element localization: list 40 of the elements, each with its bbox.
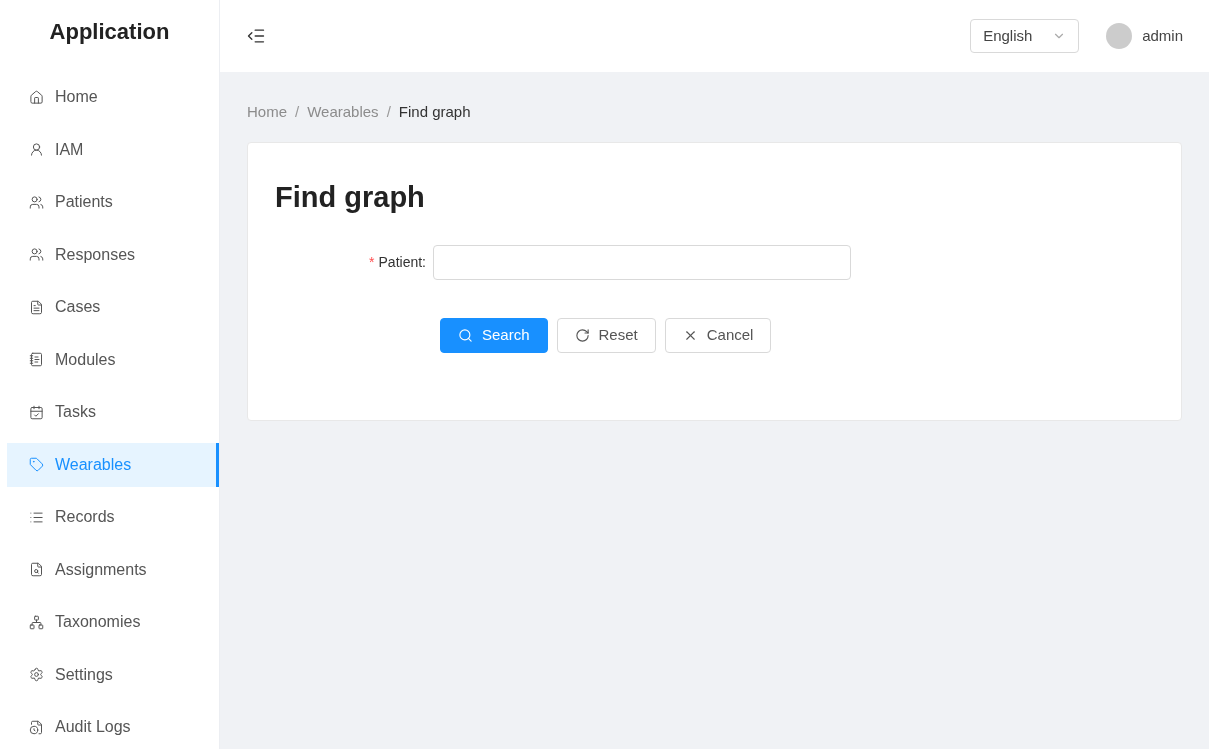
required-mark: * — [369, 253, 375, 272]
breadcrumb-separator: / — [386, 102, 391, 122]
users-icon — [29, 247, 44, 262]
document-icon — [29, 299, 44, 315]
sidebar-item[interactable]: Tasks — [7, 390, 219, 434]
app-title: Application — [49, 18, 170, 46]
calendar-check-icon — [29, 404, 44, 420]
action-button[interactable]: Cancel — [664, 318, 772, 353]
tag-icon — [29, 457, 44, 472]
document-clock-icon — [29, 719, 44, 735]
avatar[interactable] — [1106, 23, 1133, 49]
sidebar-item[interactable]: Taxonomies — [7, 600, 219, 644]
sidebar-item[interactable]: Patients — [7, 180, 219, 224]
list-icon — [29, 509, 44, 525]
document-search-icon — [29, 562, 44, 577]
input-field[interactable] — [433, 245, 851, 280]
field-label: Patient: — [378, 253, 426, 272]
sidebar-item[interactable]: Responses — [7, 232, 219, 277]
breadcrumb-separator: / — [295, 102, 300, 122]
breadcrumb-item: Find graph — [398, 102, 471, 122]
sidebar-item[interactable]: Cases — [7, 285, 219, 329]
page-title: Find graph — [275, 179, 426, 215]
house-icon — [29, 89, 44, 105]
reset-icon — [574, 328, 590, 343]
sidebar-item[interactable]: Audit Logs — [7, 705, 219, 749]
users-icon — [29, 194, 44, 210]
sidebar-item[interactable]: Assignments — [7, 547, 219, 592]
sidebar-item[interactable]: Records — [7, 495, 219, 539]
sidebar-item[interactable]: Settings — [7, 652, 219, 697]
hierarchy-icon — [29, 614, 44, 630]
sidebar-item[interactable]: Home — [7, 75, 219, 119]
language-select[interactable]: English — [970, 19, 1080, 53]
user-icon — [29, 142, 44, 157]
action-button[interactable]: Reset — [556, 318, 656, 353]
sidebar-item[interactable]: IAM — [7, 127, 219, 172]
notebook-icon — [29, 352, 44, 367]
search-icon — [458, 328, 473, 343]
settings-icon — [29, 667, 44, 682]
username: admin — [1142, 25, 1183, 46]
sidebar-item[interactable]: Modules — [7, 337, 219, 382]
